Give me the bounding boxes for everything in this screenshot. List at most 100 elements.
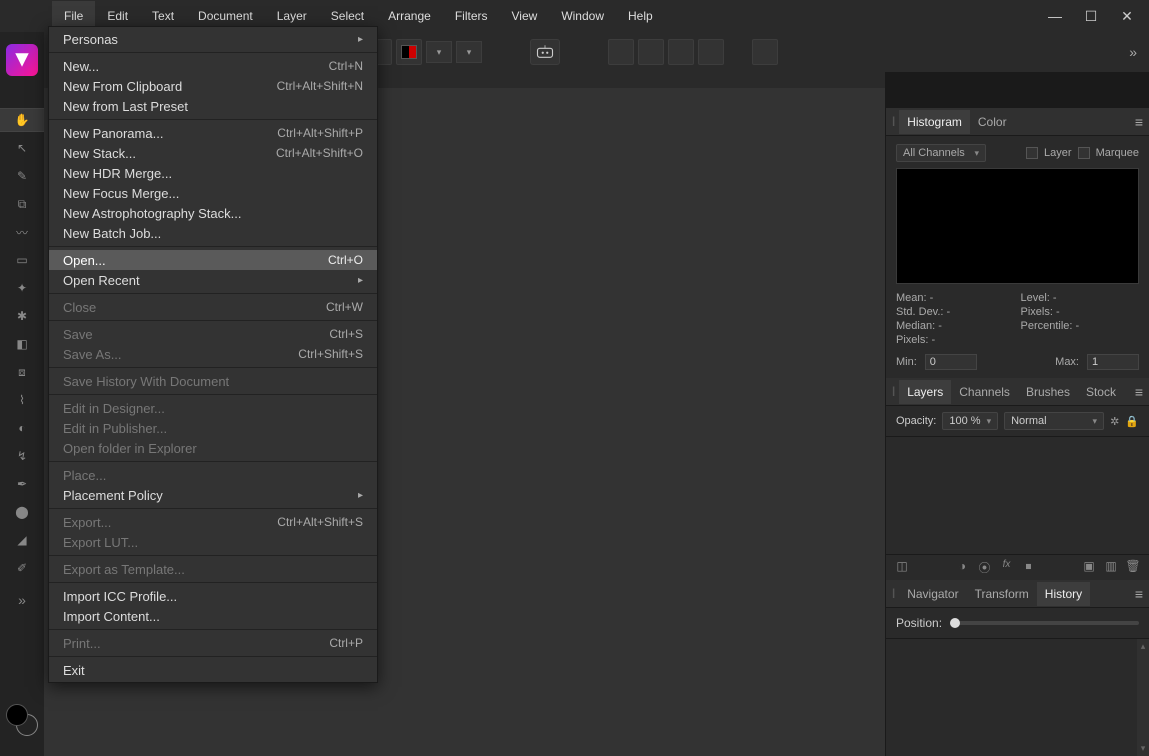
menu-filters[interactable]: Filters [443,1,500,31]
menu-separator [49,461,377,462]
history-tab-transform[interactable]: Transform [967,582,1037,606]
layers-list[interactable] [886,437,1149,554]
gradient-tool[interactable]: ◢ [8,528,36,552]
erase-tool[interactable]: ◧ [8,332,36,356]
menu-item-placement-policy[interactable]: Placement Policy▸ [49,485,377,505]
snap-dropdown-2[interactable]: ▾ [456,41,482,63]
color-swatches[interactable] [6,704,38,736]
dodge-tool[interactable]: ◐ [8,416,36,440]
mask-layer-icon[interactable]: ◫ [894,559,910,576]
live-filter-icon[interactable]: fx [999,559,1015,576]
layers-tab-stock[interactable]: Stock [1078,380,1124,404]
maximize-button[interactable]: ☐ [1081,8,1101,25]
menu-item-open[interactable]: Open...Ctrl+O [49,250,377,270]
selection-brush-tool[interactable]: 〰 [8,220,36,244]
close-button[interactable]: ✕ [1117,8,1137,25]
submenu-arrow-icon: ▸ [358,275,363,286]
toolbar-button[interactable] [698,39,724,65]
toolbar-overflow[interactable]: » [1129,44,1141,60]
foreground-swatch[interactable] [6,704,28,726]
position-slider[interactable] [950,621,1139,625]
menu-item-new-stack[interactable]: New Stack...Ctrl+Alt+Shift+O [49,143,377,163]
gear-icon[interactable]: ✲ [1110,415,1119,428]
menu-item-new-astrophotography-stack[interactable]: New Astrophotography Stack... [49,203,377,223]
blend-mode-select[interactable]: Normal▾ [1004,412,1104,430]
menu-item-new-hdr-merge[interactable]: New HDR Merge... [49,163,377,183]
add-layer-icon[interactable]: ▣ [1081,559,1097,576]
assistant-button[interactable] [530,39,560,65]
minimize-button[interactable]: — [1045,8,1065,25]
smudge-tool[interactable]: ↯ [8,444,36,468]
snap-dropdown[interactable]: ▾ [426,41,452,63]
history-list[interactable]: ▴▾ [886,638,1149,756]
histogram-tab-color[interactable]: Color [970,110,1015,134]
toolbar-button[interactable] [752,39,778,65]
color-picker-tool[interactable]: ✎ [8,164,36,188]
layers-panel-head: || LayersChannelsBrushesStock ≡ [886,378,1149,406]
history-tab-navigator[interactable]: Navigator [899,582,966,606]
menu-separator [49,293,377,294]
right-studio: || HistogramColor ≡ All Channels ▾ Layer… [885,108,1149,756]
move-tool[interactable]: ↖ [8,136,36,160]
history-tab-history[interactable]: History [1037,582,1090,606]
opacity-select[interactable]: 100 %▾ [942,412,998,430]
marquee-tool[interactable]: ▭ [8,248,36,272]
fx-icon[interactable]: ⦿ [977,559,993,576]
submenu-arrow-icon: ▸ [358,490,363,501]
menu-help[interactable]: Help [616,1,665,31]
toolbar-button[interactable] [638,39,664,65]
clone-tool[interactable]: ⧈ [8,360,36,384]
channel-select-label: All Channels [903,147,965,159]
menu-item-open-recent[interactable]: Open Recent▸ [49,270,377,290]
menu-item-new-focus-merge[interactable]: New Focus Merge... [49,183,377,203]
panel-menu-icon[interactable]: ≡ [1135,114,1143,130]
drag-handle-icon[interactable]: || [892,116,893,127]
eyedropper-tool[interactable]: ✐ [8,556,36,580]
panel-menu-icon[interactable]: ≡ [1135,586,1143,602]
toolbar-button[interactable] [668,39,694,65]
toolbar-button[interactable] [608,39,634,65]
layers-tab-brushes[interactable]: Brushes [1018,380,1078,404]
lock-icon[interactable]: 🔒 [1125,415,1139,428]
menu-item-import-content[interactable]: Import Content... [49,606,377,626]
group-layer-icon[interactable]: ▥ [1103,559,1119,576]
layers-tab-layers[interactable]: Layers [899,380,951,404]
min-input[interactable] [925,354,977,370]
channel-select[interactable]: All Channels ▾ [896,144,986,162]
delete-layer-icon[interactable]: 🗑 [1125,559,1141,576]
menu-item-new-from-clipboard[interactable]: New From ClipboardCtrl+Alt+Shift+N [49,76,377,96]
crop-layer-icon[interactable]: ⏹ [1021,559,1037,576]
menu-arrange[interactable]: Arrange [376,1,443,31]
menu-item-exit[interactable]: Exit [49,660,377,680]
menu-item-import-icc-profile[interactable]: Import ICC Profile... [49,586,377,606]
menu-item-new-panorama[interactable]: New Panorama...Ctrl+Alt+Shift+P [49,123,377,143]
flood-select-tool[interactable]: ✦ [8,276,36,300]
menu-item-new-batch-job[interactable]: New Batch Job... [49,223,377,243]
drag-handle-icon[interactable]: || [892,588,893,599]
pen-tool[interactable]: ✒ [8,472,36,496]
blur-tool[interactable]: ⬤ [8,500,36,524]
drag-handle-icon[interactable]: || [892,386,893,397]
inpainting-tool[interactable]: ⌇ [8,388,36,412]
menu-item-personas[interactable]: Personas▸ [49,29,377,49]
menu-item-save-history-with-document: Save History With Document [49,371,377,391]
slider-thumb[interactable] [950,618,960,628]
snapping-split[interactable] [396,39,422,65]
paint-brush-tool[interactable]: ✱ [8,304,36,328]
menu-item-new-from-last-preset[interactable]: New from Last Preset [49,96,377,116]
crop-tool[interactable]: ⧉ [8,192,36,216]
max-input[interactable] [1087,354,1139,370]
scrollbar[interactable]: ▴▾ [1137,639,1149,756]
adjustment-icon[interactable]: ◑ [955,559,971,576]
menu-view[interactable]: View [500,1,550,31]
app-icon[interactable] [6,44,38,76]
marquee-checkbox[interactable] [1078,147,1090,159]
menu-item-new[interactable]: New...Ctrl+N [49,56,377,76]
layer-checkbox[interactable] [1026,147,1038,159]
tools-overflow[interactable]: » [18,592,26,608]
shortcut-label: Ctrl+Alt+Shift+O [276,146,363,160]
menu-window[interactable]: Window [549,1,616,31]
histogram-tab-histogram[interactable]: Histogram [899,110,970,134]
panel-menu-icon[interactable]: ≡ [1135,384,1143,400]
layers-tab-channels[interactable]: Channels [951,380,1018,404]
